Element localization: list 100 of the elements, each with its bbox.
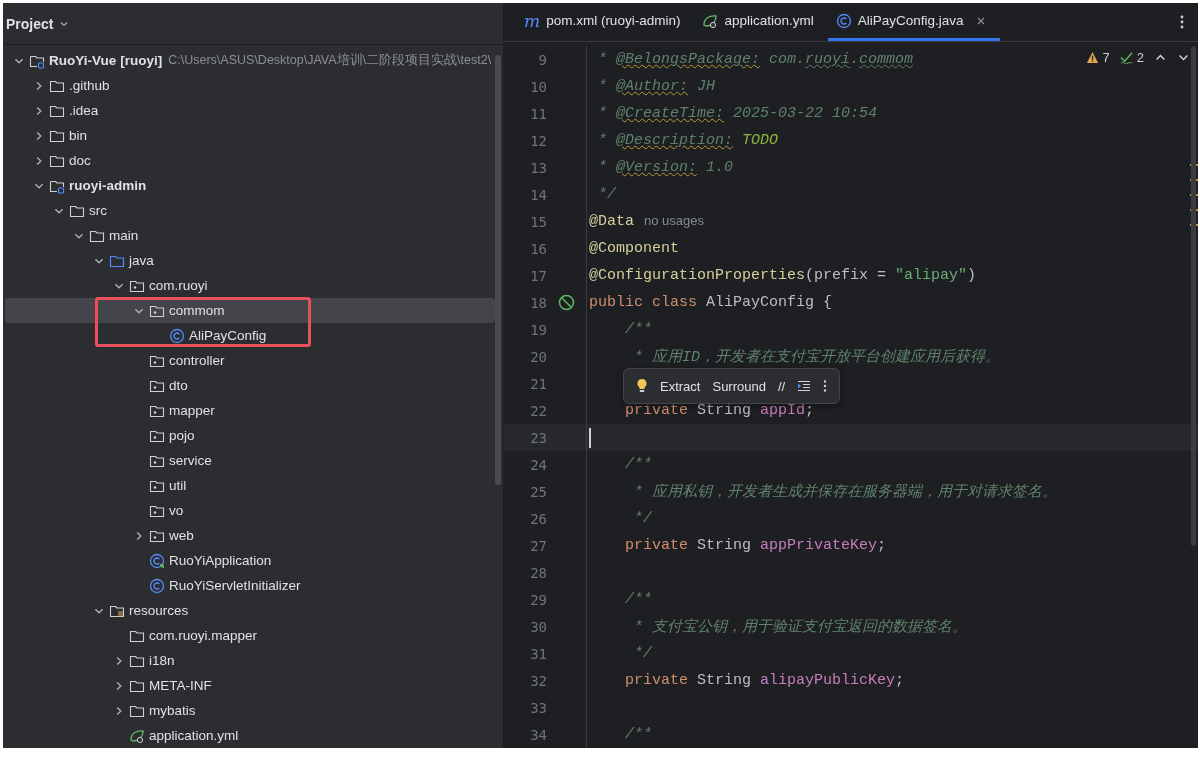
code-line: * @Description: TODO bbox=[597, 132, 779, 149]
tree-row[interactable]: mapper bbox=[5, 398, 495, 423]
warning-count[interactable]: 7 bbox=[1102, 50, 1110, 65]
tree-row[interactable]: .github bbox=[5, 73, 495, 98]
tree-row[interactable]: dto bbox=[5, 373, 495, 398]
tree-row[interactable]: RuoYi-Vue [ruoyi] C:\Users\ASUS\Desktop\JAVA培训\二阶段项目实战\test2\ bbox=[5, 48, 495, 73]
editor-tab[interactable]: AliPayConfig.java bbox=[827, 3, 1000, 41]
line-number: 13 bbox=[529, 159, 547, 176]
line-number: 22 bbox=[529, 402, 547, 419]
tree-row[interactable]: RuoYiServletInitializer bbox=[5, 573, 495, 598]
code-line: public class AliPayConfig { bbox=[589, 294, 833, 311]
code-line: * @BelongsPackage: com.ruoyi.commom bbox=[597, 51, 914, 68]
bean-icon[interactable] bbox=[557, 293, 576, 312]
tree-row[interactable]: ruoyi-admin bbox=[5, 173, 495, 198]
more-icon[interactable] bbox=[1180, 14, 1184, 30]
tree-row[interactable]: commom bbox=[5, 298, 495, 323]
line-number: 23 bbox=[529, 429, 547, 446]
code-line: * 支付宝公钥，用于验证支付宝返回的数据签名。 bbox=[633, 617, 967, 636]
scrollbar[interactable] bbox=[495, 55, 501, 485]
code-line: * @Version: 1.0 bbox=[597, 159, 734, 176]
code-line: * @CreateTime: 2025-03-22 10:54 bbox=[597, 105, 878, 122]
close-icon[interactable] bbox=[975, 15, 986, 26]
code-line: @Data no usages bbox=[589, 213, 704, 230]
tree-row[interactable]: util bbox=[5, 473, 495, 498]
tree-label: java bbox=[129, 253, 154, 268]
tree-row[interactable]: controller bbox=[5, 348, 495, 373]
tree-label: .github bbox=[69, 78, 110, 93]
code-line: private String appId; bbox=[624, 402, 815, 419]
class-icon bbox=[169, 327, 185, 344]
line-number: 12 bbox=[529, 132, 547, 149]
line-number: 11 bbox=[529, 105, 547, 122]
tree-label: service bbox=[169, 453, 212, 468]
tree-row[interactable]: pojo bbox=[5, 423, 495, 448]
tree-label: application.yml bbox=[149, 728, 239, 743]
more-icon[interactable] bbox=[823, 379, 828, 393]
tree-row[interactable]: main bbox=[5, 223, 495, 248]
tree-label-suffix: [ruoyi] bbox=[120, 53, 163, 68]
tree-row[interactable]: vo bbox=[5, 498, 495, 523]
tree-label: AliPayConfig bbox=[189, 328, 267, 343]
warning-icon[interactable] bbox=[1085, 51, 1099, 64]
line-number: 25 bbox=[529, 483, 547, 500]
tree-row[interactable]: src bbox=[5, 198, 495, 223]
check-icon[interactable] bbox=[1119, 51, 1133, 64]
tree-row[interactable]: .idea bbox=[5, 98, 495, 123]
code-line: @ConfigurationProperties(prefix = "alipay") bbox=[589, 267, 977, 284]
toolbar-action[interactable]: Surround bbox=[712, 378, 766, 394]
editor-tab[interactable]: application.yml bbox=[694, 3, 828, 41]
lightbulb-icon[interactable] bbox=[636, 378, 648, 394]
line-number: 19 bbox=[529, 321, 547, 338]
tree-row[interactable]: java bbox=[5, 248, 495, 273]
tree-row[interactable]: com.ruoyi.mapper bbox=[5, 623, 495, 648]
tree-row[interactable]: web bbox=[5, 523, 495, 548]
line-number: 10 bbox=[529, 78, 547, 95]
tree-label: i18n bbox=[149, 653, 175, 668]
indent-icon[interactable] bbox=[797, 380, 812, 392]
tree-row[interactable]: resources bbox=[5, 598, 495, 623]
line-number: 14 bbox=[529, 186, 547, 203]
code-line: @Component bbox=[589, 240, 679, 257]
class-icon bbox=[149, 577, 165, 594]
editor-tab[interactable]: m pom.xml (ruoyi-admin) bbox=[516, 3, 695, 41]
tree-row[interactable]: doc bbox=[5, 148, 495, 173]
tree-row[interactable]: mybatis bbox=[5, 698, 495, 723]
tab-label: AliPayConfig.java bbox=[857, 13, 964, 28]
tree-row[interactable]: application.yml bbox=[5, 723, 495, 748]
tree-row[interactable]: META-INF bbox=[5, 673, 495, 698]
tree-row[interactable]: service bbox=[5, 448, 495, 473]
tree-label: META-INF bbox=[149, 678, 212, 693]
line-number: 9 bbox=[537, 51, 547, 68]
tree-label: resources bbox=[129, 603, 189, 618]
line-number: 20 bbox=[529, 348, 547, 365]
tree-row[interactable]: AliPayConfig bbox=[5, 323, 495, 348]
line-number: 24 bbox=[529, 456, 547, 473]
line-number: 33 bbox=[529, 699, 547, 716]
line-number: 32 bbox=[529, 672, 547, 689]
code-line: * 应用ID，开发者在支付宝开放平台创建应用后获得。 bbox=[633, 347, 1000, 366]
code-line: * 应用私钥，开发者生成并保存在服务器端，用于对请求签名。 bbox=[633, 482, 1057, 501]
code-line: /** bbox=[624, 726, 652, 743]
panel-title[interactable]: Project bbox=[6, 15, 54, 32]
tree-label: controller bbox=[169, 353, 225, 368]
tree-row[interactable]: bin bbox=[5, 123, 495, 148]
leaf-icon bbox=[129, 727, 145, 744]
toolbar-action[interactable]: Extract bbox=[660, 378, 701, 394]
line-number: 31 bbox=[529, 645, 547, 662]
toolbar-action[interactable]: // bbox=[777, 378, 786, 394]
tab-label: pom.xml (ruoyi-admin) bbox=[546, 13, 681, 28]
code-line: * @Author: JH bbox=[597, 78, 716, 95]
tree-row[interactable]: RuoYiApplication bbox=[5, 548, 495, 573]
tree-label: com.ruoyi.mapper bbox=[149, 628, 258, 643]
line-number: 18 bbox=[529, 294, 547, 311]
class-icon bbox=[149, 552, 165, 569]
line-number: 26 bbox=[529, 510, 547, 527]
tree-label: RuoYi-Vue bbox=[49, 53, 117, 68]
scrollbar[interactable] bbox=[1191, 46, 1196, 546]
tree-label: src bbox=[89, 203, 107, 218]
tree-label: RuoYiApplication bbox=[169, 553, 272, 568]
maven-icon: m bbox=[524, 10, 541, 31]
weak-warning-count[interactable]: 2 bbox=[1136, 50, 1144, 65]
tree-row[interactable]: i18n bbox=[5, 648, 495, 673]
tree-row[interactable]: com.ruoyi bbox=[5, 273, 495, 298]
line-number: 28 bbox=[529, 564, 547, 581]
